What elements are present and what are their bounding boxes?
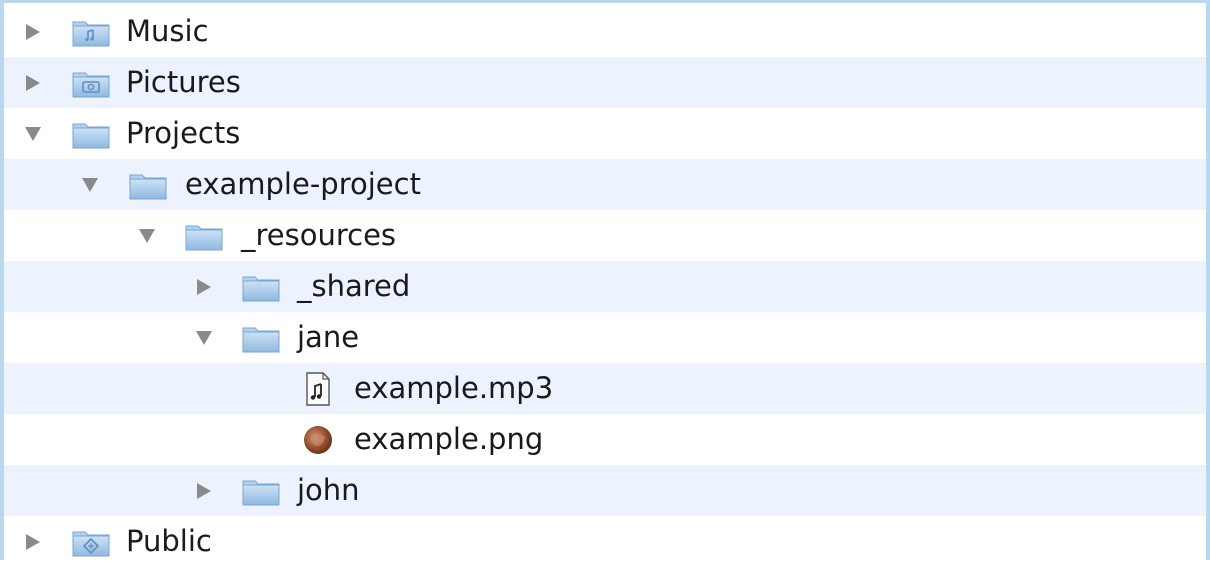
tree-item-label: example.png [354, 422, 544, 456]
folder-icon [127, 159, 169, 210]
music-folder-icon [70, 6, 112, 57]
tree-row-jane[interactable]: jane [4, 312, 1206, 363]
tree-item-label: example-project [185, 167, 421, 201]
tree-row-pictures[interactable]: Pictures [4, 57, 1206, 108]
disclosure-collapsed-icon[interactable] [22, 6, 44, 57]
tree-row-resources[interactable]: _resources [4, 210, 1206, 261]
tree-row-public[interactable]: Public [4, 516, 1206, 567]
tree-row-music[interactable]: Music [4, 6, 1206, 57]
tree-row-example-png[interactable]: example.png [4, 414, 1206, 465]
folder-icon [183, 210, 225, 261]
disclosure-collapsed-icon[interactable] [22, 516, 44, 567]
tree-item-label: Public [126, 524, 212, 558]
image-file-icon [297, 414, 339, 465]
disclosure-expanded-icon[interactable] [193, 312, 215, 363]
disclosure-expanded-icon[interactable] [79, 159, 101, 210]
tree-row-example-project[interactable]: example-project [4, 159, 1206, 210]
file-tree: Music Pictures Projects example-project … [4, 6, 1206, 567]
folder-icon [240, 465, 282, 516]
tree-row-example-mp3[interactable]: example.mp3 [4, 363, 1206, 414]
tree-item-label: john [297, 473, 360, 507]
folder-icon [240, 312, 282, 363]
tree-row-john[interactable]: john [4, 465, 1206, 516]
public-folder-icon [70, 516, 112, 567]
tree-item-label: _resources [241, 218, 397, 252]
audio-file-icon [297, 363, 339, 414]
tree-row-shared[interactable]: _shared [4, 261, 1206, 312]
finder-window: Music Pictures Projects example-project … [0, 0, 1210, 560]
tree-item-label: jane [297, 320, 360, 354]
disclosure-collapsed-icon[interactable] [193, 261, 215, 312]
tree-item-label: Music [126, 14, 209, 48]
tree-item-label: _shared [297, 269, 411, 303]
tree-item-label: Projects [126, 116, 241, 150]
disclosure-expanded-icon[interactable] [136, 210, 158, 261]
disclosure-collapsed-icon[interactable] [193, 465, 215, 516]
folder-icon [70, 108, 112, 159]
disclosure-collapsed-icon[interactable] [22, 57, 44, 108]
disclosure-expanded-icon[interactable] [22, 108, 44, 159]
tree-row-projects[interactable]: Projects [4, 108, 1206, 159]
pictures-folder-icon [70, 57, 112, 108]
folder-icon [240, 261, 282, 312]
tree-item-label: example.mp3 [354, 371, 554, 405]
tree-item-label: Pictures [126, 65, 241, 99]
